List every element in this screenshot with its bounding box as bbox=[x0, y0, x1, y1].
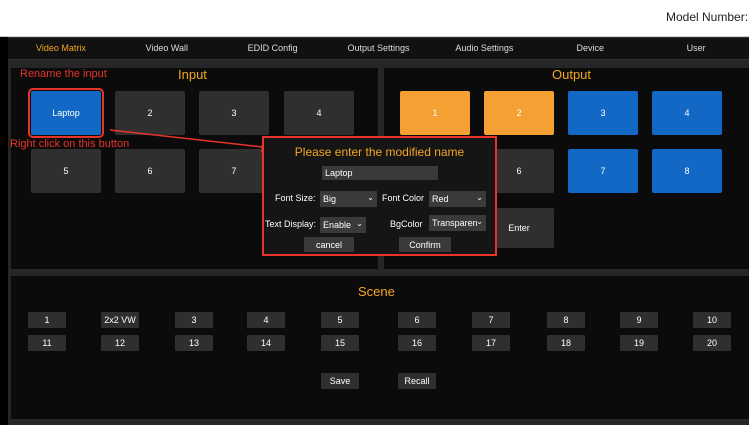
input-button-4[interactable]: 4 bbox=[284, 91, 354, 135]
scene-button-2[interactable]: 2x2 VW bbox=[101, 312, 139, 328]
tab-audio-settings[interactable]: Audio Settings bbox=[431, 38, 537, 59]
output-button-3[interactable]: 3 bbox=[568, 91, 638, 135]
output-button-7[interactable]: 7 bbox=[568, 149, 638, 193]
scene-button-16[interactable]: 16 bbox=[398, 335, 436, 351]
scene-button-10[interactable]: 10 bbox=[693, 312, 731, 328]
annotation-right-click: Right click on this button bbox=[10, 138, 130, 150]
input-panel-title: Input bbox=[178, 67, 207, 82]
font-size-label: Font Size: bbox=[275, 193, 316, 203]
scene-button-12[interactable]: 12 bbox=[101, 335, 139, 351]
tab-video-matrix[interactable]: Video Matrix bbox=[8, 38, 114, 59]
input-button-5[interactable]: 5 bbox=[31, 149, 101, 193]
scene-button-9[interactable]: 9 bbox=[620, 312, 658, 328]
input-button-2[interactable]: 2 bbox=[115, 91, 185, 135]
bgcolor-value: Transparent bbox=[432, 218, 477, 228]
confirm-button[interactable]: Confirm bbox=[399, 237, 451, 252]
tab-output-settings[interactable]: Output Settings bbox=[326, 38, 432, 59]
output-button-4[interactable]: 4 bbox=[652, 91, 722, 135]
font-size-value: Big bbox=[323, 194, 337, 204]
rename-dialog: Please enter the modified name Font Size… bbox=[262, 136, 497, 256]
dialog-title: Please enter the modified name bbox=[294, 145, 465, 159]
font-size-select[interactable]: Big ⌄ bbox=[320, 191, 377, 207]
scene-button-1[interactable]: 1 bbox=[28, 312, 66, 328]
text-display-value: Enable bbox=[323, 220, 352, 230]
scene-button-19[interactable]: 19 bbox=[620, 335, 658, 351]
output-button-8[interactable]: 8 bbox=[652, 149, 722, 193]
recall-button[interactable]: Recall bbox=[398, 373, 436, 389]
chevron-down-icon: ⌄ bbox=[476, 193, 483, 202]
scene-button-11[interactable]: 11 bbox=[28, 335, 66, 351]
cancel-button[interactable]: cancel bbox=[304, 237, 354, 252]
scene-button-4[interactable]: 4 bbox=[247, 312, 285, 328]
tab-device[interactable]: Device bbox=[537, 38, 643, 59]
bgcolor-select[interactable]: Transparent ⌄ bbox=[429, 215, 486, 231]
output-panel-title: Output bbox=[552, 67, 592, 82]
output-button-2[interactable]: 2 bbox=[484, 91, 554, 135]
scene-button-6[interactable]: 6 bbox=[398, 312, 436, 328]
scene-button-14[interactable]: 14 bbox=[247, 335, 285, 351]
tab-edid-config[interactable]: EDID Config bbox=[220, 38, 326, 59]
font-color-value: Red bbox=[432, 194, 449, 204]
output-button-1[interactable]: 1 bbox=[400, 91, 470, 135]
input-button-6[interactable]: 6 bbox=[115, 149, 185, 193]
save-button[interactable]: Save bbox=[321, 373, 359, 389]
text-display-select[interactable]: Enable ⌄ bbox=[320, 217, 366, 233]
scene-title: Scene bbox=[358, 284, 395, 299]
input-button-7[interactable]: 7 bbox=[199, 149, 269, 193]
scene-button-7[interactable]: 7 bbox=[472, 312, 510, 328]
tab-user[interactable]: User bbox=[643, 38, 749, 59]
input-button-1[interactable]: Laptop bbox=[28, 88, 104, 138]
name-input[interactable] bbox=[322, 166, 438, 180]
annotation-rename: Rename the input bbox=[20, 68, 107, 80]
scene-button-20[interactable]: 20 bbox=[693, 335, 731, 351]
scene-button-17[interactable]: 17 bbox=[472, 335, 510, 351]
scene-button-13[interactable]: 13 bbox=[175, 335, 213, 351]
font-color-label: Font Color bbox=[382, 193, 425, 203]
main-nav: Video Matrix Video Wall EDID Config Outp… bbox=[8, 37, 749, 60]
bgcolor-label: BgColor bbox=[390, 219, 423, 229]
chevron-down-icon: ⌄ bbox=[476, 217, 483, 226]
scene-button-5[interactable]: 5 bbox=[321, 312, 359, 328]
chevron-down-icon: ⌄ bbox=[356, 219, 363, 228]
model-number: Model Number:1 bbox=[666, 10, 749, 24]
scene-button-8[interactable]: 8 bbox=[547, 312, 585, 328]
text-display-label: Text Display: bbox=[265, 219, 317, 229]
tab-video-wall[interactable]: Video Wall bbox=[114, 38, 220, 59]
scene-button-18[interactable]: 18 bbox=[547, 335, 585, 351]
scene-button-15[interactable]: 15 bbox=[321, 335, 359, 351]
top-bar: Model Number:1 bbox=[0, 0, 749, 37]
chevron-down-icon: ⌄ bbox=[367, 193, 374, 202]
scene-button-3[interactable]: 3 bbox=[175, 312, 213, 328]
font-color-select[interactable]: Red ⌄ bbox=[429, 191, 486, 207]
input-button-3[interactable]: 3 bbox=[199, 91, 269, 135]
